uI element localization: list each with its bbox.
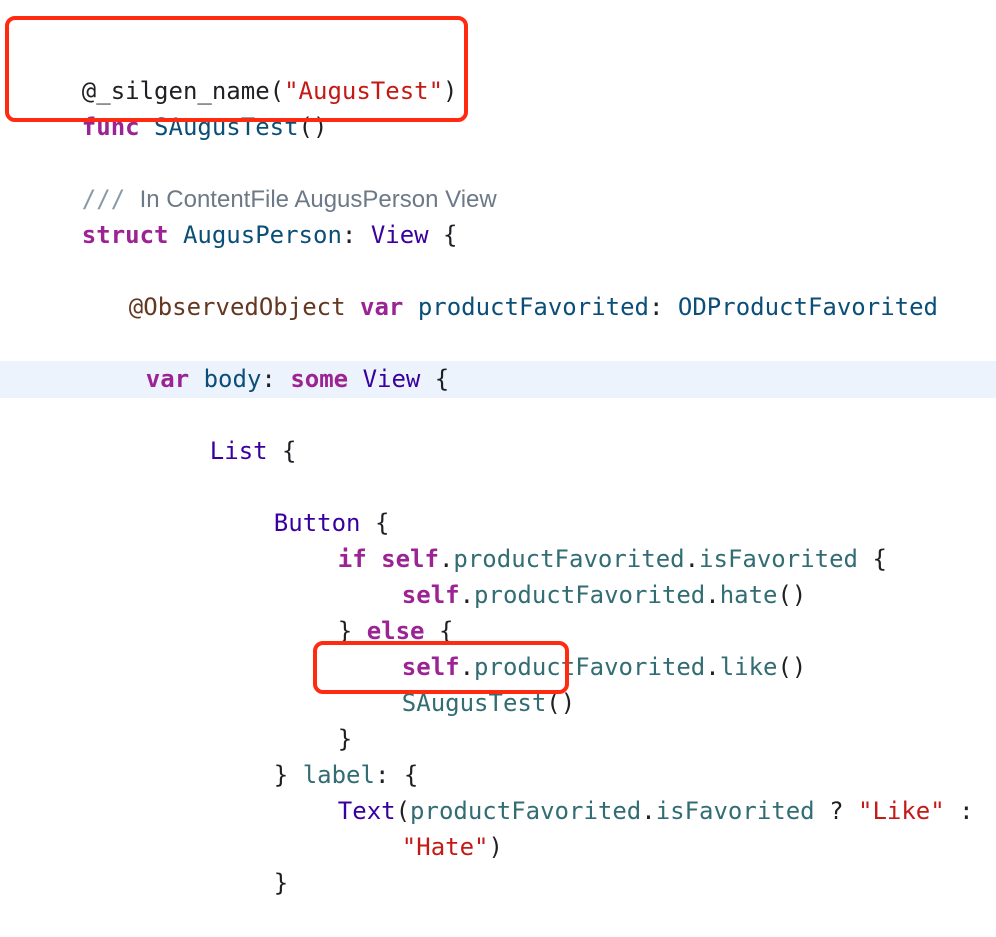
punctuation: { <box>858 545 887 573</box>
member-name: isFavorited <box>655 797 815 825</box>
method-name: like <box>719 653 778 681</box>
punctuation: : <box>341 221 371 249</box>
type-name: AugusPerson <box>182 221 342 249</box>
code-line-17[interactable]: "Hate") <box>344 793 503 861</box>
code-line-8[interactable]: Button { <box>216 469 390 537</box>
code-line-11[interactable]: } else { <box>280 577 454 645</box>
punctuation: () <box>777 653 807 681</box>
system-type: View <box>370 221 429 249</box>
keyword: var <box>145 365 190 393</box>
code-line-15[interactable]: } label: { <box>216 721 419 789</box>
punctuation: ) <box>488 833 503 861</box>
punctuation: { <box>420 365 450 393</box>
system-type: View <box>362 365 421 393</box>
method-name: hate <box>719 581 778 609</box>
property-wrapper: @ObservedObject <box>128 293 346 321</box>
operator: ? <box>814 797 858 825</box>
punctuation: () <box>777 581 807 609</box>
string-literal: "Hate" <box>401 833 489 861</box>
code-line-16[interactable]: Text(productFavorited.isFavorited ? "Lik… <box>280 757 974 825</box>
annotation-box-declaration <box>5 16 468 122</box>
code-line-18[interactable]: } <box>216 829 288 897</box>
code-line-9[interactable]: if self.productFavorited.isFavorited { <box>280 505 887 573</box>
punctuation: . <box>705 653 720 681</box>
punctuation: { <box>267 437 297 465</box>
code-line-5[interactable]: @ObservedObject var productFavorited: OD… <box>71 253 938 321</box>
keyword: struct <box>81 221 169 249</box>
code-editor[interactable]: @_silgen_name("AugusTest") func SAugusTe… <box>0 0 996 897</box>
property-name: body <box>203 365 262 393</box>
code-line-3-comment[interactable]: /// In ContentFile AugusPerson View <box>24 145 497 213</box>
punctuation: . <box>641 797 656 825</box>
keyword: var <box>360 293 404 321</box>
code-line-6[interactable]: var body: some View { <box>88 325 449 393</box>
punctuation: . <box>705 581 720 609</box>
punctuation: } <box>273 869 289 897</box>
type-name: ODProductFavorited <box>677 293 938 321</box>
keyword: some <box>290 365 349 393</box>
system-type: List <box>209 437 268 465</box>
punctuation: : <box>261 365 291 393</box>
operator: : <box>944 797 974 825</box>
property-name: productFavorited <box>417 293 649 321</box>
code-line-7[interactable]: List { <box>152 397 297 465</box>
annotation-box-call <box>313 641 569 694</box>
punctuation: { <box>428 221 458 249</box>
member-name: productFavorited <box>474 581 706 609</box>
code-line-4[interactable]: struct AugusPerson: View { <box>24 181 458 249</box>
code-line-10[interactable]: self.productFavorited.hate() <box>344 541 807 609</box>
punctuation: . <box>459 581 475 609</box>
punctuation: : <box>649 293 678 321</box>
string-literal: "Like" <box>858 797 945 825</box>
